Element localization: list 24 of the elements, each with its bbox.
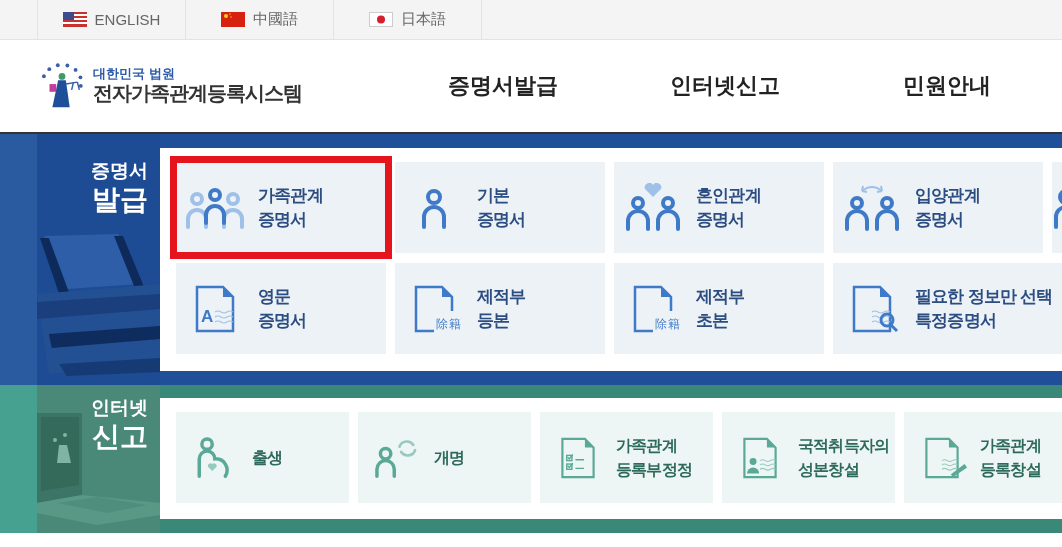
service-tile[interactable]: 기본 증명서 bbox=[395, 162, 605, 253]
section-title: 발급 bbox=[92, 182, 148, 217]
language-link[interactable]: ENGLISH bbox=[38, 0, 186, 39]
service-tile[interactable]: 혼인관계 증명서 bbox=[614, 162, 824, 253]
section-title: 증명서 bbox=[91, 160, 148, 183]
service-tile[interactable]: 除籍 제적부 등본 bbox=[395, 263, 605, 354]
service-tile[interactable]: 입양관계 증명서 bbox=[833, 162, 1043, 253]
nav-menu-item[interactable]: 인터넷신고 bbox=[614, 71, 836, 101]
service-tile[interactable]: 필요한 정보만 선택 특정증명서 bbox=[833, 263, 1062, 354]
service-tile[interactable]: 개명 bbox=[358, 412, 531, 503]
nav-menu-item[interactable]: 민원안내 bbox=[836, 71, 1058, 101]
logo-title[interactable]: 전자가족관계등록시스템 bbox=[93, 81, 302, 105]
language-link[interactable]: 日本語 bbox=[334, 0, 482, 39]
service-tile[interactable]: 除籍 제적부 초본 bbox=[614, 263, 824, 354]
language-link[interactable]: 中國語 bbox=[186, 0, 334, 39]
service-tile[interactable]: A 영문 증명서 bbox=[176, 263, 386, 354]
service-tile[interactable]: 출생 bbox=[176, 412, 349, 503]
section-title: 인터넷 bbox=[91, 397, 148, 420]
logo-org-name: 대한민국 법원 bbox=[93, 67, 176, 82]
service-tile[interactable]: 국적취득자의 성본창설 bbox=[722, 412, 895, 503]
service-tile[interactable]: 가족관계 등록창설 bbox=[904, 412, 1062, 503]
section-title: 신고 bbox=[92, 419, 148, 454]
service-tile[interactable]: 가족관계 등록부정정 bbox=[540, 412, 713, 503]
nav-menu-item[interactable]: 증명서발급 bbox=[392, 71, 614, 101]
